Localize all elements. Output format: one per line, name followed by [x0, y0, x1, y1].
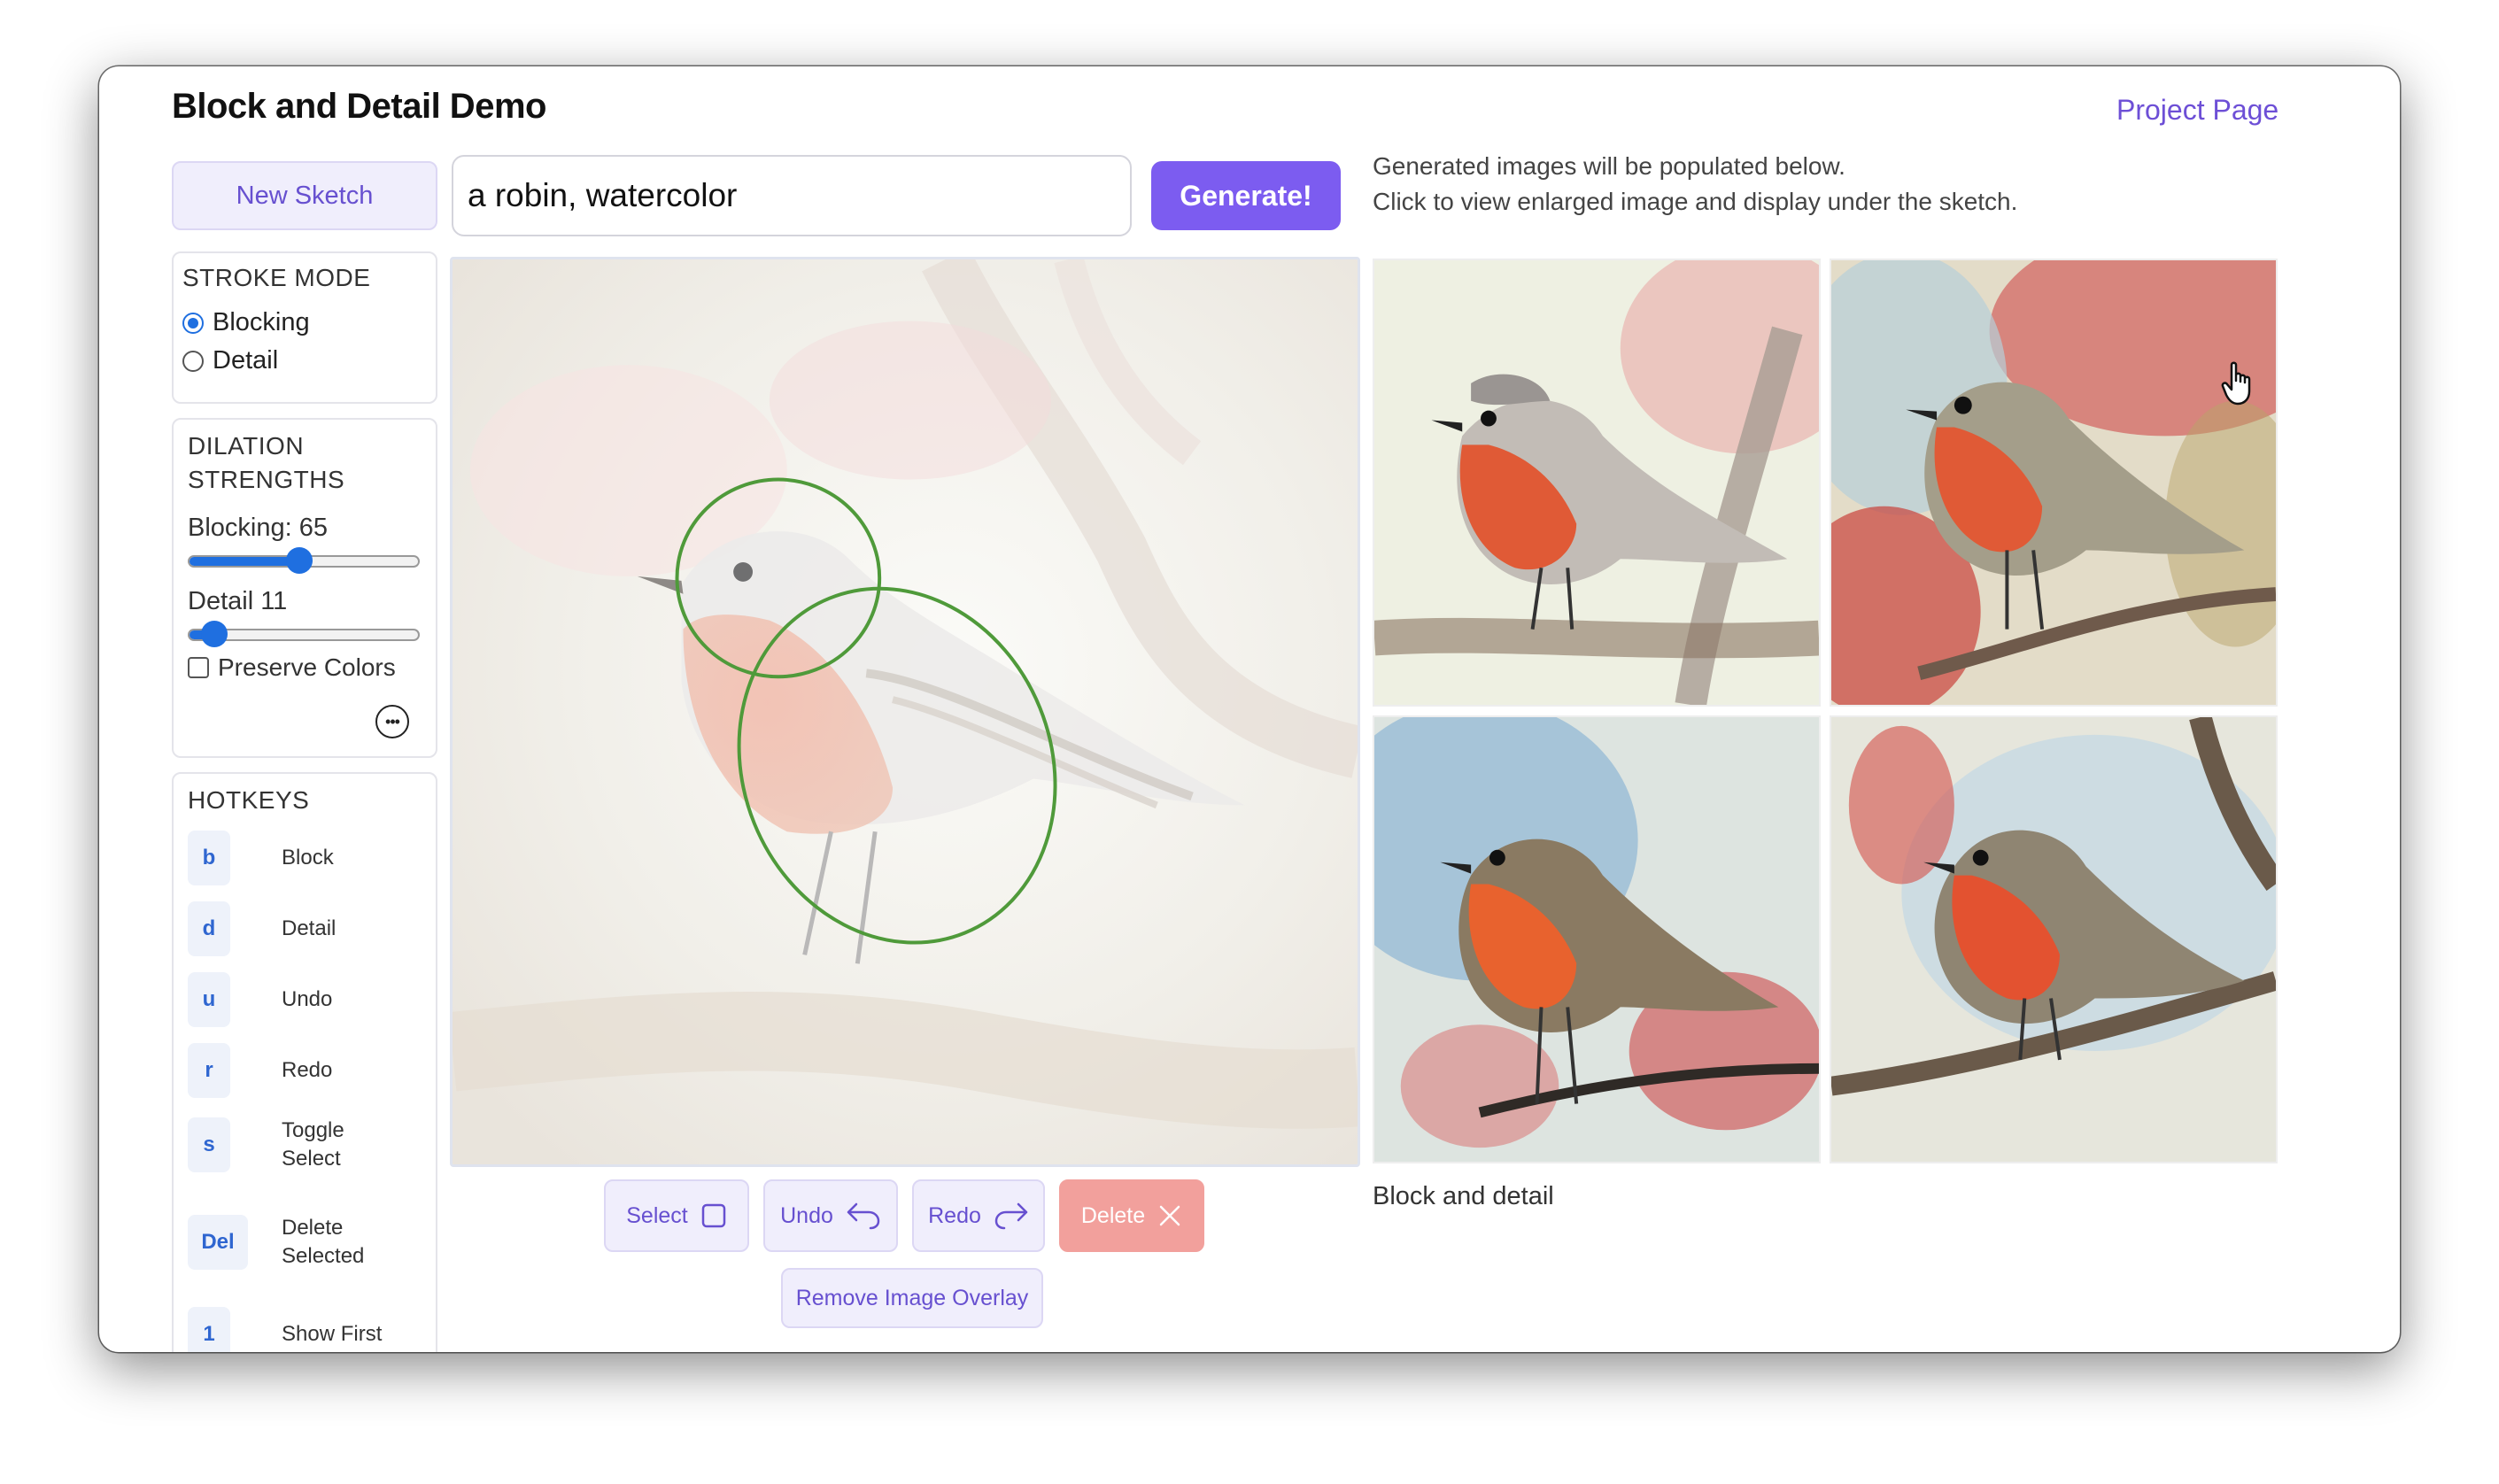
redo-arrow-icon: [994, 1202, 1028, 1230]
hotkey-label: Show First: [282, 1322, 383, 1346]
detail-radio[interactable]: [182, 350, 204, 372]
robin-image-3: [1374, 717, 1819, 1162]
stroke-mode-blocking[interactable]: Blocking: [182, 308, 427, 337]
generated-image-1[interactable]: [1373, 259, 1821, 707]
detail-strength-label: Detail 11: [188, 587, 288, 615]
redo-label: Redo: [928, 1202, 981, 1228]
undo-button[interactable]: Undo: [763, 1179, 898, 1252]
remove-image-overlay-button[interactable]: Remove Image Overlay: [781, 1268, 1043, 1328]
delete-button[interactable]: Delete: [1059, 1179, 1204, 1252]
new-sketch-button[interactable]: New Sketch: [172, 161, 437, 230]
hotkey-label: Redo: [282, 1058, 333, 1082]
stroke-mode-detail[interactable]: Detail: [182, 346, 427, 375]
hotkey-key: d: [188, 901, 230, 956]
robin-image-1: [1374, 260, 1819, 705]
gallery-caption: Block and detail: [1373, 1182, 1554, 1210]
preserve-colors-checkbox[interactable]: [188, 657, 209, 678]
dilation-heading-2: STRENGTHS: [188, 466, 345, 493]
hotkey-key: s: [188, 1117, 230, 1172]
hotkey-row: u Undo: [188, 972, 422, 1027]
hotkeys-panel: HOTKEYS b Block d Detail u Undo r Redo s…: [172, 772, 437, 1352]
blocking-slider-fill: [190, 557, 299, 566]
detail-slider-handle[interactable]: [201, 621, 228, 647]
hotkey-key: b: [188, 831, 230, 885]
prompt-input[interactable]: a robin, watercolor: [452, 155, 1132, 236]
info-line-2: Click to view enlarged image and display…: [1373, 188, 2018, 215]
generated-image-3[interactable]: [1373, 715, 1821, 1163]
delete-label: Delete: [1080, 1202, 1146, 1228]
preserve-colors-option[interactable]: Preserve Colors: [188, 653, 422, 682]
hotkey-label: Detail: [282, 916, 337, 940]
select-square-icon: [701, 1203, 725, 1228]
hotkey-key: Del: [188, 1215, 248, 1270]
hotkey-label: Toggle Select: [282, 1118, 344, 1171]
hand-pointer-icon: [2221, 361, 2251, 406]
dilation-panel: DILATION STRENGTHS Blocking: 65 Detail 1…: [172, 418, 437, 758]
select-button[interactable]: Select: [604, 1179, 749, 1252]
stroke-mode-heading: STROKE MODE: [182, 264, 371, 291]
close-x-icon: [1159, 1205, 1180, 1226]
hotkey-row: b Block: [188, 831, 422, 885]
app-window: Block and Detail Demo Project Page New S…: [99, 66, 2400, 1352]
undo-label: Undo: [780, 1202, 833, 1228]
generated-image-2[interactable]: [1830, 259, 2278, 707]
info-line-1: Generated images will be populated below…: [1373, 152, 1845, 180]
hotkey-row: Del Delete Selected: [188, 1211, 422, 1273]
hotkey-row: 1 Show First: [188, 1307, 422, 1352]
hotkeys-heading: HOTKEYS: [188, 786, 310, 814]
generate-button[interactable]: Generate!: [1151, 161, 1341, 230]
hotkey-key: 1: [188, 1307, 230, 1352]
sketch-canvas[interactable]: [450, 257, 1360, 1167]
sketch-overlay-image: [453, 259, 1358, 1164]
project-page-link[interactable]: Project Page: [2116, 94, 2278, 127]
hotkey-key: u: [188, 972, 230, 1027]
blocking-radio-label: Blocking: [213, 308, 310, 336]
redo-button[interactable]: Redo: [912, 1179, 1045, 1252]
generation-info: Generated images will be populated below…: [1373, 149, 2017, 220]
blocking-slider-handle[interactable]: [285, 547, 313, 574]
blocking-radio[interactable]: [182, 312, 204, 334]
hotkey-row: r Redo: [188, 1043, 422, 1098]
generated-image-4[interactable]: [1830, 715, 2278, 1163]
hotkey-row: s Toggle Select: [188, 1114, 422, 1176]
blocking-strength-label: Blocking: 65: [188, 514, 328, 542]
hotkey-label: Block: [282, 846, 334, 870]
robin-image-4: [1831, 717, 2276, 1162]
hotkey-label: Delete Selected: [282, 1216, 365, 1268]
dilation-heading-1: DILATION: [188, 432, 305, 460]
ellipsis-circle-icon[interactable]: •••: [375, 705, 409, 738]
stroke-mode-panel: STROKE MODE Blocking Detail: [172, 251, 437, 404]
detail-radio-label: Detail: [213, 346, 279, 375]
page-title: Block and Detail Demo: [172, 87, 546, 126]
blocking-strength-slider[interactable]: [188, 547, 420, 574]
undo-arrow-icon: [847, 1202, 880, 1230]
select-label: Select: [626, 1202, 688, 1228]
robin-image-2: [1831, 260, 2276, 705]
detail-strength-slider[interactable]: [188, 621, 420, 647]
hotkey-row: d Detail: [188, 901, 422, 956]
preserve-colors-label: Preserve Colors: [218, 653, 396, 681]
hotkey-label: Undo: [282, 987, 333, 1011]
hotkey-key: r: [188, 1043, 230, 1098]
